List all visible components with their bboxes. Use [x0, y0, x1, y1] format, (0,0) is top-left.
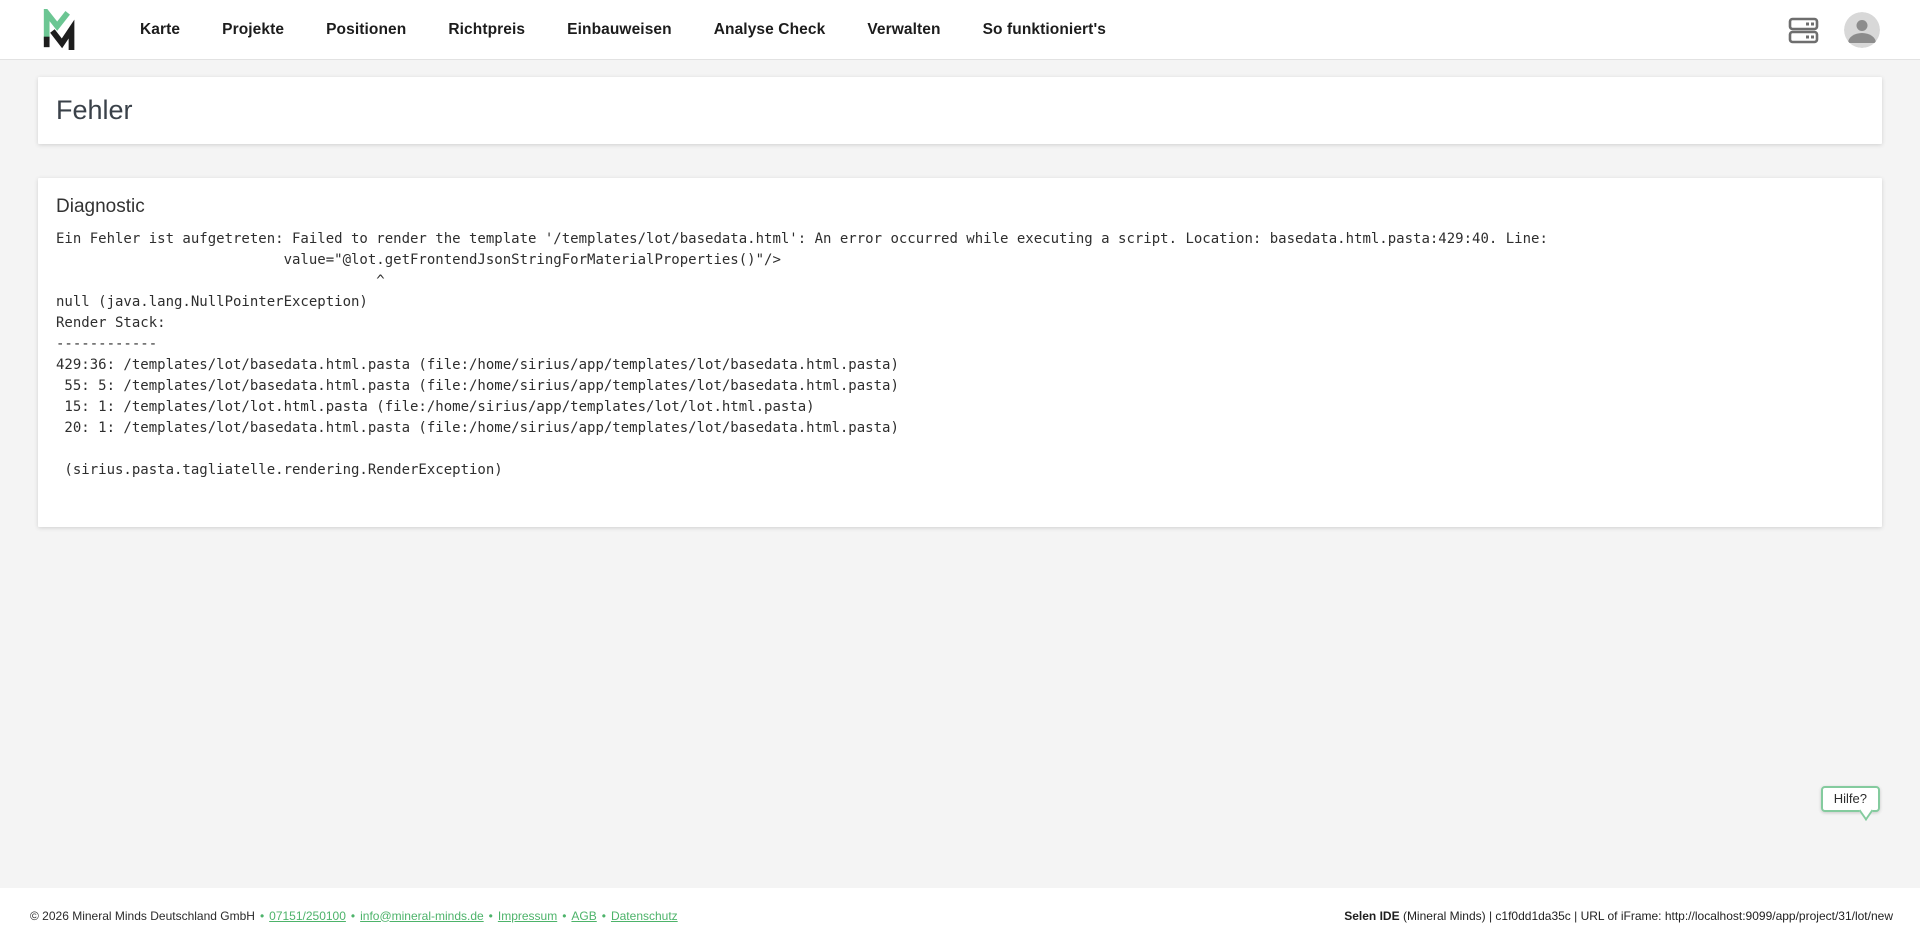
footer-separator: •: [260, 909, 264, 923]
nav-item-verwalten[interactable]: Verwalten: [867, 21, 940, 39]
mineral-minds-logo[interactable]: [38, 9, 84, 51]
server-stack-icon[interactable]: [1788, 16, 1820, 44]
nav-item-analyse-check[interactable]: Analyse Check: [714, 21, 826, 39]
main-content: Fehler Diagnostic Ein Fehler ist aufgetr…: [0, 60, 1920, 888]
footer: © 2026 Mineral Minds Deutschland GmbH • …: [0, 888, 1920, 943]
diagnostic-card: Diagnostic Ein Fehler ist aufgetreten: F…: [38, 178, 1882, 527]
footer-ide-name: Selen IDE: [1344, 909, 1399, 923]
footer-debug-text: (Mineral Minds) | c1f0dd1da35c | URL of …: [1400, 909, 1893, 923]
footer-link-agb[interactable]: AGB: [571, 909, 596, 923]
nav-item-projekte[interactable]: Projekte: [222, 21, 284, 39]
footer-separator: •: [489, 909, 493, 923]
footer-separator: •: [602, 909, 606, 923]
nav-item-so-funktionierts[interactable]: So funktioniert's: [983, 21, 1106, 39]
diagnostic-heading: Diagnostic: [56, 196, 1864, 218]
footer-debug-info: Selen IDE (Mineral Minds) | c1f0dd1da35c…: [1344, 909, 1893, 923]
top-navigation-bar: Karte Projekte Positionen Richtpreis Ein…: [0, 0, 1920, 60]
footer-separator: •: [562, 909, 566, 923]
nav-item-karte[interactable]: Karte: [140, 21, 180, 39]
footer-link-datenschutz[interactable]: Datenschutz: [611, 909, 678, 923]
nav-item-einbauweisen[interactable]: Einbauweisen: [567, 21, 672, 39]
nav-item-positionen[interactable]: Positionen: [326, 21, 406, 39]
footer-separator: •: [351, 909, 355, 923]
footer-link-email[interactable]: info@mineral-minds.de: [360, 909, 484, 923]
main-nav: Karte Projekte Positionen Richtpreis Ein…: [140, 21, 1106, 39]
nav-item-richtpreis[interactable]: Richtpreis: [448, 21, 525, 39]
page-title: Fehler: [56, 95, 133, 126]
error-title-card: Fehler: [38, 77, 1882, 144]
logo-m-icon: [38, 9, 84, 51]
copyright-text: © 2026 Mineral Minds Deutschland GmbH: [30, 909, 255, 923]
nav-right-icons: [1788, 12, 1880, 48]
footer-link-impressum[interactable]: Impressum: [498, 909, 557, 923]
diagnostic-log: Ein Fehler ist aufgetreten: Failed to re…: [56, 229, 1864, 481]
footer-link-phone[interactable]: 07151/250100: [269, 909, 346, 923]
help-button[interactable]: Hilfe?: [1821, 786, 1880, 812]
footer-left: © 2026 Mineral Minds Deutschland GmbH • …: [30, 909, 678, 923]
user-avatar-icon[interactable]: [1844, 12, 1880, 48]
